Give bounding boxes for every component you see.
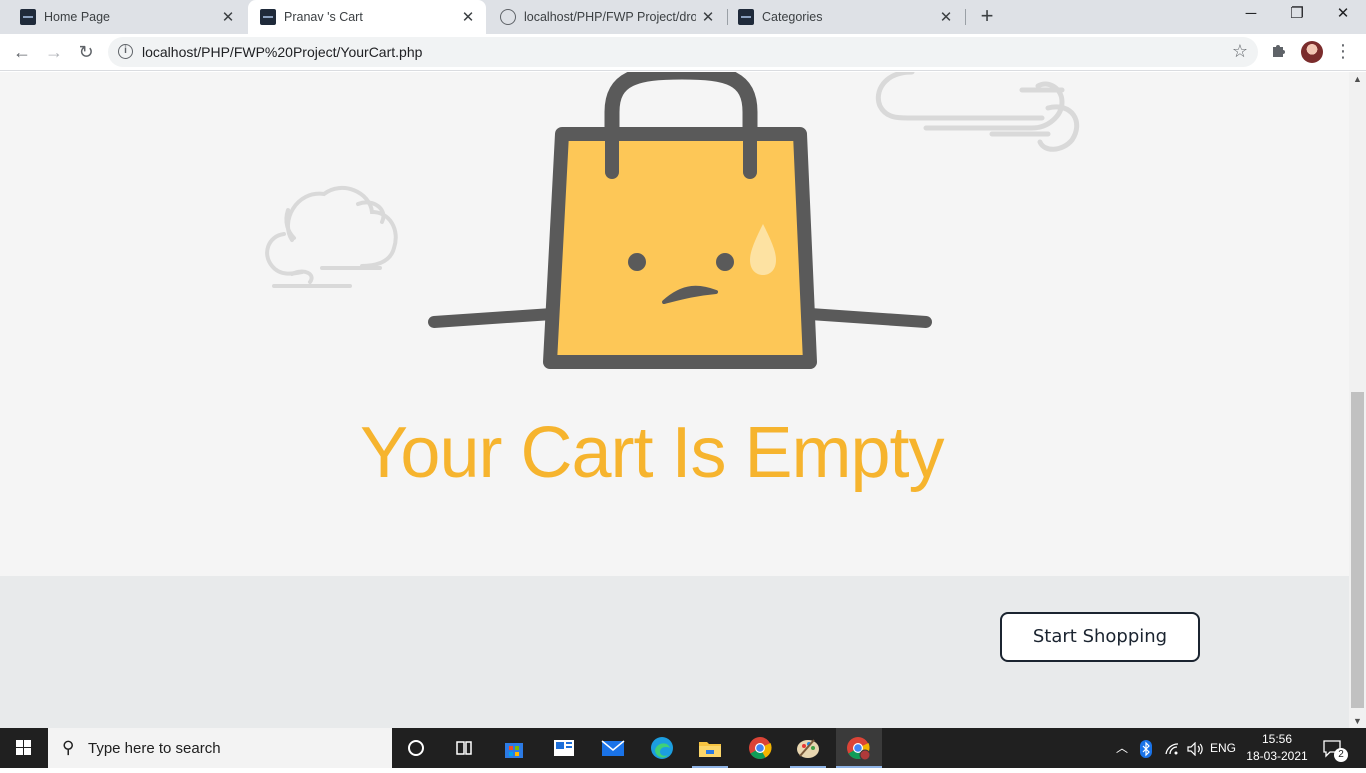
forward-arrow-icon[interactable]: → (40, 38, 68, 66)
tab-home-page[interactable]: Home Page ✕ (0, 0, 246, 34)
address-url[interactable]: localhost/PHP/FWP%20Project/YourCart.php (142, 44, 422, 60)
clock-date: 18-03-2021 (1246, 749, 1308, 763)
search-icon: ⚲ (62, 738, 75, 757)
input-language-indicator[interactable]: ENG (1210, 728, 1236, 768)
empty-cart-banner: Your Cart Is Empty (0, 72, 1349, 576)
scroll-up-arrow-icon[interactable]: ▲ (1353, 74, 1362, 84)
chrome-profile-icon[interactable] (836, 728, 882, 768)
back-arrow-icon[interactable]: ← (8, 38, 36, 66)
more-menu-icon[interactable]: ⋮ (1334, 40, 1352, 64)
paint-3d-icon[interactable] (794, 734, 822, 762)
tab-separator (965, 9, 966, 25)
task-view-icon[interactable] (450, 734, 478, 762)
minimize-icon[interactable]: ─ (1228, 0, 1274, 30)
extensions-puzzle-icon[interactable] (1268, 41, 1290, 63)
sad-shopping-bag-illustration (428, 72, 932, 369)
scroll-down-arrow-icon[interactable]: ▼ (1353, 716, 1362, 726)
tab-title: Pranav 's Cart (284, 10, 363, 24)
tab-localhost-drop[interactable]: localhost/PHP/FWP Project/drop ✕ (488, 0, 726, 34)
close-tab-icon[interactable]: ✕ (456, 8, 480, 26)
tab-strip: Home Page ✕ Pranav 's Cart ✕ localhost/P… (0, 0, 1366, 34)
clock-time: 15:56 (1261, 732, 1293, 746)
edge-browser-icon[interactable] (648, 734, 676, 762)
page-viewport: Your Cart Is Empty Start Shopping (0, 72, 1349, 728)
news-app-icon[interactable] (550, 734, 578, 762)
site-info-icon[interactable]: i (118, 44, 133, 59)
reload-icon[interactable]: ↻ (72, 38, 100, 66)
network-wifi-icon[interactable] (1162, 728, 1182, 768)
microsoft-store-icon[interactable] (500, 734, 528, 762)
bluetooth-icon[interactable] (1138, 728, 1154, 768)
taskbar-search-placeholder[interactable]: Type here to search (88, 740, 221, 757)
site-favicon-icon (738, 9, 754, 25)
system-clock[interactable]: 15:56 18-03-2021 (1240, 731, 1314, 765)
site-favicon-icon (20, 9, 36, 25)
windows-taskbar: ⚲ Type here to search ︿ ENG 15:56 18-03-… (0, 728, 1366, 768)
profile-avatar[interactable] (1301, 41, 1323, 63)
cloud-icon (265, 186, 398, 288)
close-tab-icon[interactable]: ✕ (216, 8, 240, 26)
browser-toolbar: ← → ↻ i localhost/PHP/FWP%20Project/Your… (0, 34, 1366, 71)
new-tab-button[interactable]: + (974, 4, 1000, 30)
tab-title: localhost/PHP/FWP Project/drop (524, 10, 696, 24)
tab-title: Home Page (44, 10, 111, 24)
site-favicon-icon (260, 9, 276, 25)
address-bar[interactable]: i localhost/PHP/FWP%20Project/YourCart.p… (108, 37, 1258, 67)
tab-pranav-cart[interactable]: Pranav 's Cart ✕ (248, 0, 486, 34)
close-tab-icon[interactable]: ✕ (696, 8, 720, 26)
notification-count-badge: 2 (1334, 748, 1348, 762)
show-hidden-icons-chevron-icon[interactable]: ︿ (1114, 728, 1130, 768)
cortana-icon[interactable] (402, 734, 430, 762)
restore-icon[interactable]: ❐ (1274, 0, 1320, 30)
notification-center-icon[interactable]: 2 (1322, 728, 1352, 768)
volume-speaker-icon[interactable] (1186, 728, 1204, 768)
taskbar-search-box[interactable]: ⚲ Type here to search (48, 728, 392, 768)
mail-icon[interactable] (599, 734, 627, 762)
close-window-icon[interactable]: ✕ (1320, 0, 1366, 30)
windows-logo-icon (16, 740, 31, 755)
tab-categories[interactable]: Categories ✕ (728, 0, 964, 34)
scrollbar-thumb[interactable] (1351, 392, 1364, 708)
tab-title: Categories (762, 10, 823, 24)
bookmark-star-icon[interactable]: ☆ (1232, 41, 1248, 62)
close-tab-icon[interactable]: ✕ (934, 8, 958, 26)
globe-icon (500, 9, 516, 25)
windows-start-button[interactable] (0, 728, 48, 768)
page-scrollbar[interactable]: ▲ ▼ (1349, 72, 1366, 728)
file-explorer-icon[interactable] (696, 734, 724, 762)
empty-cart-heading: Your Cart Is Empty (360, 413, 945, 493)
chrome-icon[interactable] (746, 734, 774, 762)
start-shopping-button[interactable]: Start Shopping (1000, 612, 1200, 662)
